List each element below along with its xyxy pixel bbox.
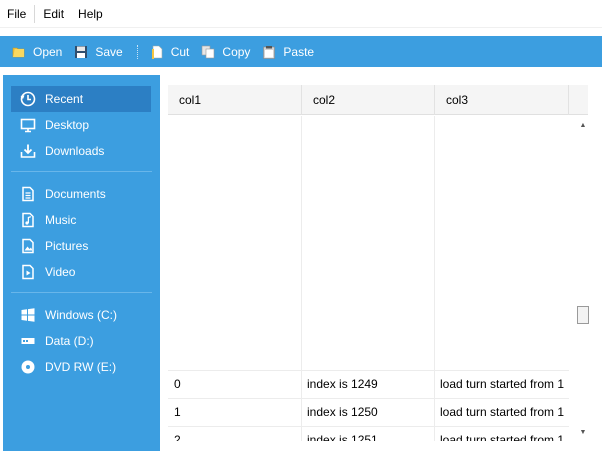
paste-icon	[262, 45, 276, 59]
cut-label: Cut	[170, 44, 190, 59]
cell-col1: 1	[174, 405, 181, 419]
cell-col3: load turn started from 1	[440, 377, 565, 391]
grid-header: col1 col2 col3	[168, 85, 588, 115]
clock-icon	[19, 90, 37, 108]
open-button[interactable]: Open	[12, 36, 62, 67]
sidebar: Recent Desktop Downloads Documents Music…	[3, 75, 160, 451]
column-header-col1[interactable]: col1	[168, 85, 302, 115]
paste-button[interactable]: Paste	[262, 36, 314, 67]
copy-label: Copy	[222, 44, 251, 59]
disc-icon	[19, 358, 37, 376]
sidebar-item-label: Downloads	[45, 144, 105, 158]
cell-col3: load turn started from 1	[440, 405, 565, 419]
sidebar-item-recent[interactable]: Recent	[11, 86, 151, 112]
sidebar-item-dvd-e[interactable]: DVD RW (E:)	[11, 354, 151, 380]
table-row[interactable]: 1 index is 1250 load turn started from 1	[168, 398, 569, 426]
sidebar-item-label: Video	[45, 265, 76, 279]
sidebar-item-label: Pictures	[45, 239, 89, 253]
menu-help[interactable]: Help	[71, 0, 110, 28]
sidebar-item-data-d[interactable]: Data (D:)	[11, 328, 151, 354]
save-label: Save	[95, 44, 123, 59]
cell-col1: 2	[174, 433, 181, 441]
sidebar-item-label: Music	[45, 213, 77, 227]
picture-icon	[19, 237, 37, 255]
menu-edit[interactable]: Edit	[36, 0, 71, 28]
windows-icon	[19, 306, 37, 324]
video-icon	[19, 263, 37, 281]
sidebar-item-desktop[interactable]: Desktop	[11, 112, 151, 138]
document-icon	[19, 185, 37, 203]
scrollbar-thumb[interactable]	[577, 306, 589, 324]
sidebar-divider	[11, 292, 152, 293]
scroll-down-arrow-icon[interactable]: ▼	[575, 425, 591, 441]
menu-file[interactable]: File	[0, 0, 33, 28]
table-row[interactable]: 2 index is 1251 load turn started from 1	[168, 426, 569, 441]
cell-col2: index is 1250	[307, 405, 378, 419]
drive-icon	[19, 332, 37, 350]
sidebar-item-pictures[interactable]: Pictures	[11, 233, 151, 259]
monitor-icon	[19, 116, 37, 134]
grid-body: 0 index is 1249 load turn started from 1…	[168, 116, 569, 441]
table-row[interactable]: 0 index is 1249 load turn started from 1	[168, 370, 569, 398]
open-label: Open	[33, 44, 63, 59]
copy-button[interactable]: Copy	[201, 36, 250, 67]
column-header-col2[interactable]: col2	[302, 85, 435, 115]
toolbar: Open Save Cut Copy Paste	[0, 36, 602, 67]
sidebar-item-label: DVD RW (E:)	[45, 360, 117, 374]
sidebar-item-label: Desktop	[45, 118, 90, 132]
save-button[interactable]: Save	[74, 36, 123, 67]
copy-icon	[201, 45, 215, 59]
sidebar-item-label: Recent	[45, 92, 84, 106]
scroll-up-arrow-icon[interactable]: ▲	[575, 118, 591, 134]
sidebar-item-windows-c[interactable]: Windows (C:)	[11, 302, 151, 328]
download-icon	[19, 142, 37, 160]
floppy-icon	[74, 45, 88, 59]
sidebar-item-label: Data (D:)	[45, 334, 94, 348]
folder-icon	[12, 45, 26, 59]
column-header-col3[interactable]: col3	[435, 85, 569, 115]
cut-icon	[150, 45, 164, 59]
cell-col2: index is 1249	[307, 377, 378, 391]
paste-label: Paste	[283, 44, 315, 59]
vertical-scrollbar[interactable]: ▲ ▼	[575, 116, 591, 441]
sidebar-item-documents[interactable]: Documents	[11, 181, 151, 207]
sidebar-item-label: Documents	[45, 187, 106, 201]
cell-col3: load turn started from 1	[440, 433, 565, 441]
data-grid[interactable]: col1 col2 col3 0 index is 1249 load turn…	[168, 85, 588, 441]
cell-col1: 0	[174, 377, 181, 391]
music-icon	[19, 211, 37, 229]
toolbar-separator	[136, 44, 138, 59]
sidebar-item-music[interactable]: Music	[11, 207, 151, 233]
sidebar-item-label: Windows (C:)	[45, 308, 118, 322]
sidebar-divider	[11, 171, 152, 172]
sidebar-item-downloads[interactable]: Downloads	[11, 138, 151, 164]
menu-separator	[34, 4, 36, 23]
sidebar-item-video[interactable]: Video	[11, 259, 151, 285]
cell-col2: index is 1251	[307, 433, 378, 441]
menu-bar: File Edit Help	[0, 0, 602, 28]
cut-button[interactable]: Cut	[150, 36, 190, 67]
